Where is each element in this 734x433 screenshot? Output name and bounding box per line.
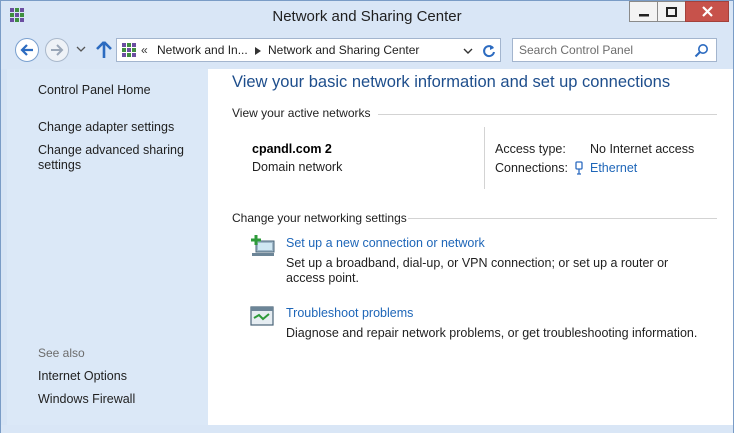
sidebar-link-control-panel-home[interactable]: Control Panel Home <box>38 83 151 98</box>
window-bottom-border <box>1 425 733 433</box>
active-networks-heading: View your active networks <box>232 106 371 120</box>
address-bar[interactable]: « Network and In... Network and Sharing … <box>116 38 501 62</box>
main-content: View your basic network information and … <box>208 69 733 425</box>
setup-new-connection-link[interactable]: Set up a new connection or network <box>286 236 485 250</box>
network-type: Domain network <box>252 160 343 174</box>
see-also-heading: See also <box>38 346 85 360</box>
forward-arrow-icon <box>51 44 64 56</box>
section-divider <box>378 114 717 115</box>
search-icon[interactable] <box>694 43 709 58</box>
search-input[interactable] <box>519 42 689 58</box>
dropdown-chevron-icon[interactable] <box>461 44 475 58</box>
new-connection-icon <box>251 235 275 256</box>
network-divider <box>484 127 485 189</box>
setup-new-connection-description: Set up a broadband, dial-up, or VPN conn… <box>286 256 669 285</box>
sidebar-link-change-advanced-sharing-settings[interactable]: Change advanced sharing settings <box>38 143 188 173</box>
recent-pages-chevron-icon[interactable] <box>75 43 87 55</box>
page-title: View your basic network information and … <box>232 73 671 91</box>
refresh-icon[interactable] <box>482 43 496 59</box>
back-button[interactable] <box>15 38 39 62</box>
connections-ethernet-link[interactable]: Ethernet <box>590 161 637 175</box>
networking-settings-heading: Change your networking settings <box>232 211 407 225</box>
maximize-button[interactable] <box>657 1 685 22</box>
ethernet-icon[interactable] <box>574 161 584 175</box>
forward-button[interactable] <box>45 38 69 62</box>
sidebar-link-change-adapter-settings[interactable]: Change adapter settings <box>38 120 174 135</box>
access-type-value: No Internet access <box>590 142 695 156</box>
navigation-bar: « Network and In... Network and Sharing … <box>1 31 733 69</box>
network-name: cpandl.com 2 <box>252 142 332 156</box>
breadcrumb-network-and-internet[interactable]: Network and In... <box>157 43 248 57</box>
troubleshoot-problems-link[interactable]: Troubleshoot problems <box>286 306 413 320</box>
title-bar[interactable]: Network and Sharing Center <box>1 1 733 31</box>
chevron-right-icon[interactable] <box>255 47 261 55</box>
connections-label: Connections: <box>495 161 568 175</box>
search-box[interactable] <box>512 38 717 62</box>
close-button[interactable] <box>685 1 729 22</box>
control-panel-icon <box>122 43 136 57</box>
sidebar: Control Panel Home Change adapter settin… <box>7 69 208 425</box>
maximize-icon <box>666 6 677 17</box>
window-title: Network and Sharing Center <box>272 8 462 25</box>
section-divider <box>408 218 717 219</box>
troubleshoot-problems-description: Diagnose and repair network problems, or… <box>286 326 698 340</box>
minimize-button[interactable] <box>629 1 657 22</box>
back-arrow-icon <box>20 44 33 56</box>
breadcrumb-network-and-sharing-center[interactable]: Network and Sharing Center <box>268 43 419 57</box>
up-arrow-icon[interactable] <box>95 40 113 60</box>
troubleshoot-icon <box>250 306 274 326</box>
sidebar-link-windows-firewall[interactable]: Windows Firewall <box>38 392 135 407</box>
minimize-icon <box>638 13 649 16</box>
address-overflow-marker[interactable]: « <box>141 43 148 57</box>
access-type-label: Access type: <box>495 142 566 156</box>
sidebar-link-internet-options[interactable]: Internet Options <box>38 369 127 384</box>
window: Network and Sharing Center « Network and… <box>0 0 734 433</box>
close-icon <box>701 6 713 17</box>
